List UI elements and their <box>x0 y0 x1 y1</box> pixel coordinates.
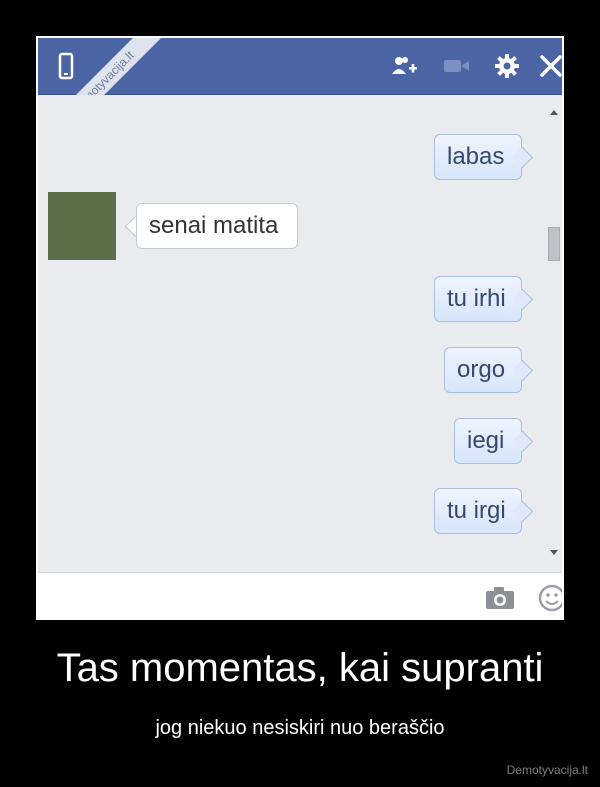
message-bubble-outgoing: orgo <box>444 347 522 393</box>
chat-window: Demotyvacija.lt labas senai matita tu ir… <box>36 36 564 620</box>
message-text: senai matita <box>149 212 279 239</box>
avatar[interactable] <box>48 192 116 260</box>
scroll-down-arrow-icon[interactable] <box>550 548 558 556</box>
message-bubble-incoming: senai matita <box>136 203 298 249</box>
message-text: iegi <box>467 427 505 454</box>
message-text: labas <box>447 143 505 170</box>
poster-subtitle: jog niekuo nesiskiri nuo beraščio <box>155 717 445 739</box>
video-call-icon[interactable] <box>442 52 470 80</box>
message-text: orgo <box>457 356 506 383</box>
mobile-icon <box>58 52 74 80</box>
close-icon[interactable] <box>537 52 564 80</box>
chat-header: Demotyvacija.lt <box>38 38 564 178</box>
message-list: labas senai matita tu irhi orgo iegi tu … <box>38 95 562 572</box>
poster-title: Tas momentas, kai supranti <box>56 646 544 690</box>
emoji-icon[interactable] <box>537 583 564 613</box>
message-composer[interactable] <box>38 572 564 618</box>
scrollbar-thumb[interactable] <box>548 227 560 261</box>
settings-icon[interactable] <box>493 52 521 80</box>
message-bubble-outgoing: tu irgi <box>434 488 522 534</box>
message-bubble-outgoing: labas <box>434 134 522 180</box>
site-watermark: Demotyvacija.lt <box>506 763 588 777</box>
scroll-up-arrow-icon[interactable] <box>550 109 558 117</box>
message-text: tu irgi <box>447 497 506 524</box>
camera-icon[interactable] <box>484 585 516 611</box>
message-text: tu irhi <box>447 285 506 312</box>
add-friend-icon[interactable] <box>390 52 418 80</box>
scrollbar[interactable] <box>546 95 562 572</box>
message-bubble-outgoing: tu irhi <box>434 276 522 322</box>
